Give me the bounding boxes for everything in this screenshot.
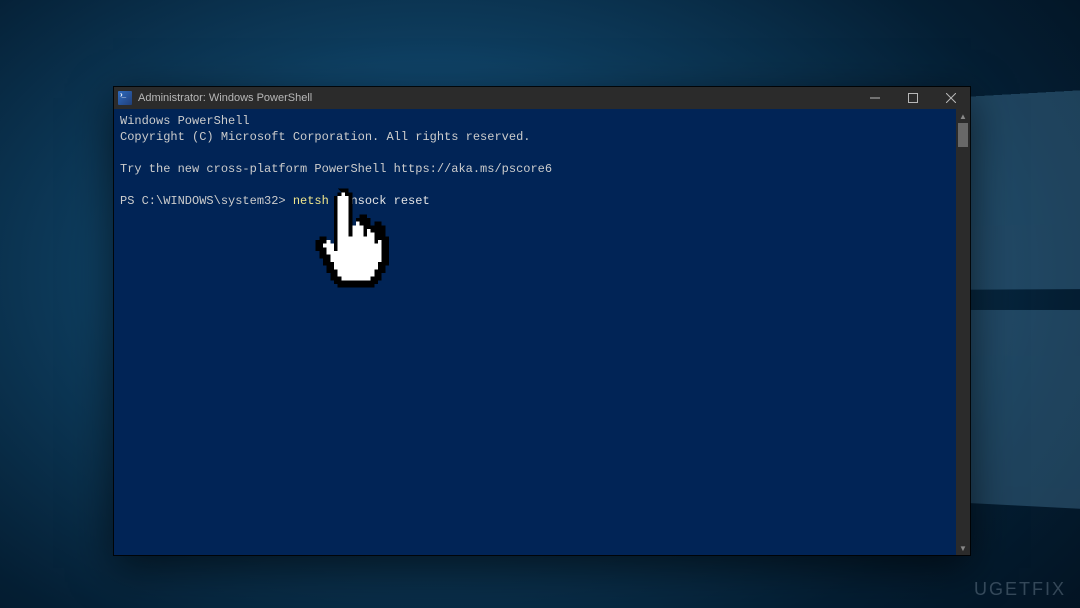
- minimize-icon: [870, 93, 880, 103]
- powershell-icon: [118, 91, 132, 105]
- minimize-button[interactable]: [856, 87, 894, 109]
- window-title: Administrator: Windows PowerShell: [138, 92, 312, 104]
- console-output[interactable]: Windows PowerShell Copyright (C) Microso…: [114, 109, 956, 555]
- close-button[interactable]: [932, 87, 970, 109]
- command-rest: Winsock reset: [329, 194, 430, 208]
- console-line: Windows PowerShell: [120, 114, 250, 128]
- prompt: PS C:\WINDOWS\system32>: [120, 194, 293, 208]
- scrollbar-track[interactable]: [956, 123, 970, 541]
- console-line: Try the new cross-platform PowerShell ht…: [120, 162, 552, 176]
- vertical-scrollbar[interactable]: ▲ ▼: [956, 109, 970, 555]
- titlebar[interactable]: Administrator: Windows PowerShell: [114, 87, 970, 109]
- scroll-up-arrow-icon[interactable]: ▲: [956, 109, 970, 123]
- console-area: Windows PowerShell Copyright (C) Microso…: [114, 109, 970, 555]
- watermark-text: UGETFIX: [974, 579, 1066, 600]
- console-line: Copyright (C) Microsoft Corporation. All…: [120, 130, 530, 144]
- maximize-button[interactable]: [894, 87, 932, 109]
- scroll-down-arrow-icon[interactable]: ▼: [956, 541, 970, 555]
- command-token: netsh: [293, 194, 329, 208]
- close-icon: [946, 93, 956, 103]
- maximize-icon: [908, 93, 918, 103]
- powershell-window: Administrator: Windows PowerShell Window…: [113, 86, 971, 556]
- scrollbar-thumb[interactable]: [958, 123, 968, 147]
